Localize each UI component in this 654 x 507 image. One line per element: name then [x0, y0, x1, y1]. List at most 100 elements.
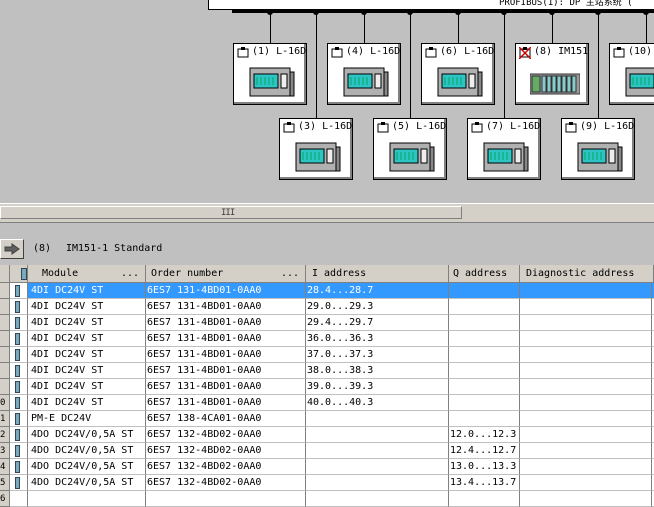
station-node[interactable]: (1) L-16D	[233, 43, 307, 105]
table-row[interactable]: 4DI DC24V ST 6ES7 131-4BD01-0AA0 29.0...29…	[0, 299, 654, 315]
station-node[interactable]: (9) L-16D	[561, 118, 635, 180]
order-number-cell[interactable]: 6ES7 131-4BD01-0AA0	[146, 347, 306, 363]
diag-address-cell[interactable]	[520, 283, 652, 299]
q-address-cell[interactable]: 13.0...13.3	[449, 459, 520, 475]
order-number-cell[interactable]: 6ES7 131-4BD01-0AA0	[146, 363, 306, 379]
module-icon-cell[interactable]	[10, 283, 28, 299]
module-icon-cell[interactable]	[10, 363, 28, 379]
table-row[interactable]: 1 PM-E DC24V 6ES7 138-4CA01-0AA0	[0, 411, 654, 427]
station-node[interactable]: (10)	[609, 43, 654, 105]
i-address-cell[interactable]: 29.4...29.7	[306, 315, 449, 331]
slot-cell[interactable]	[0, 315, 10, 331]
slot-header[interactable]	[0, 265, 10, 283]
navigate-button[interactable]	[0, 239, 24, 259]
module-cell[interactable]: 4DI DC24V ST	[28, 283, 146, 299]
order-number-cell[interactable]: 6ES7 131-4BD01-0AA0	[146, 395, 306, 411]
i-address-cell[interactable]	[306, 411, 449, 427]
module-icon-cell[interactable]	[10, 475, 28, 491]
module-column-header[interactable]: Module ...	[28, 265, 146, 283]
order-number-cell[interactable]: 6ES7 131-4BD01-0AA0	[146, 315, 306, 331]
station-node[interactable]: (8) IM151	[515, 43, 589, 105]
module-icon-cell[interactable]	[10, 299, 28, 315]
station-node[interactable]: (4) L-16D	[327, 43, 401, 105]
table-row[interactable]: 4DI DC24V ST 6ES7 131-4BD01-0AA0 28.4...28…	[0, 283, 654, 299]
table-row[interactable]: 4 4DO DC24V/0,5A ST 6ES7 132-4BD02-0AA0 13.…	[0, 459, 654, 475]
i-address-cell[interactable]	[306, 475, 449, 491]
order-number-cell[interactable]: 6ES7 132-4BD02-0AA0	[146, 459, 306, 475]
order-number-cell[interactable]: 6ES7 131-4BD01-0AA0	[146, 283, 306, 299]
i-address-column-header[interactable]: I address	[306, 265, 449, 283]
module-cell[interactable]: 4DO DC24V/0,5A ST	[28, 475, 146, 491]
slot-cell[interactable]	[0, 331, 10, 347]
slot-cell[interactable]	[0, 347, 10, 363]
i-address-cell[interactable]: 36.0...36.3	[306, 331, 449, 347]
i-address-cell[interactable]: 38.0...38.3	[306, 363, 449, 379]
diag-address-cell[interactable]	[520, 379, 652, 395]
q-address-cell[interactable]: 13.4...13.7	[449, 475, 520, 491]
module-cell[interactable]: 4DO DC24V/0,5A ST	[28, 459, 146, 475]
q-address-cell[interactable]	[449, 299, 520, 315]
module-icon-cell[interactable]	[10, 443, 28, 459]
q-address-cell[interactable]: 12.4...12.7	[449, 443, 520, 459]
i-address-cell[interactable]: 37.0...37.3	[306, 347, 449, 363]
q-address-cell[interactable]	[449, 331, 520, 347]
slot-cell[interactable]: 1	[0, 411, 10, 427]
station-node[interactable]: (6) L-16D	[421, 43, 495, 105]
module-icon-cell[interactable]	[10, 315, 28, 331]
diag-address-cell[interactable]	[520, 363, 652, 379]
diag-address-cell[interactable]	[520, 331, 652, 347]
q-address-cell[interactable]	[449, 283, 520, 299]
module-cell[interactable]: PM-E DC24V	[28, 411, 146, 427]
module-icon-cell[interactable]	[10, 331, 28, 347]
module-cell[interactable]: 4DI DC24V ST	[28, 395, 146, 411]
diag-address-column-header[interactable]: Diagnostic address	[520, 265, 654, 283]
table-row[interactable]: 0 4DI DC24V ST 6ES7 131-4BD01-0AA0 40.0...4…	[0, 395, 654, 411]
q-address-cell[interactable]	[449, 395, 520, 411]
q-address-cell[interactable]	[449, 315, 520, 331]
module-cell[interactable]	[28, 491, 146, 507]
module-icon-cell[interactable]	[10, 459, 28, 475]
i-address-cell[interactable]: 29.0...29.3	[306, 299, 449, 315]
module-icon-cell[interactable]	[10, 427, 28, 443]
diag-address-cell[interactable]	[520, 395, 652, 411]
diag-address-cell[interactable]	[520, 443, 652, 459]
order-number-cell[interactable]: 6ES7 132-4BD02-0AA0	[146, 475, 306, 491]
i-address-cell[interactable]	[306, 459, 449, 475]
module-icon-cell[interactable]	[10, 395, 28, 411]
order-number-cell[interactable]: 6ES7 132-4BD02-0AA0	[146, 427, 306, 443]
i-address-cell[interactable]: 39.0...39.3	[306, 379, 449, 395]
diag-address-cell[interactable]	[520, 475, 652, 491]
order-number-cell[interactable]: 6ES7 131-4BD01-0AA0	[146, 379, 306, 395]
slot-cell[interactable]	[0, 283, 10, 299]
diag-address-cell[interactable]	[520, 459, 652, 475]
scrollbar-thumb[interactable]: III	[0, 206, 462, 219]
module-cell[interactable]: 4DI DC24V ST	[28, 315, 146, 331]
q-address-cell[interactable]	[449, 379, 520, 395]
module-icon-cell[interactable]	[10, 411, 28, 427]
diag-address-cell[interactable]	[520, 347, 652, 363]
diag-address-cell[interactable]	[520, 491, 652, 507]
diag-address-cell[interactable]	[520, 411, 652, 427]
station-node[interactable]: (7) L-16D	[467, 118, 541, 180]
module-icon-cell[interactable]	[10, 347, 28, 363]
module-cell[interactable]: 4DI DC24V ST	[28, 363, 146, 379]
q-address-cell[interactable]	[449, 363, 520, 379]
order-number-cell[interactable]: 6ES7 131-4BD01-0AA0	[146, 331, 306, 347]
slot-cell[interactable]	[0, 299, 10, 315]
order-column-header[interactable]: Order number ...	[146, 265, 306, 283]
module-cell[interactable]: 4DI DC24V ST	[28, 347, 146, 363]
slot-cell[interactable]	[0, 379, 10, 395]
slot-cell[interactable]	[0, 363, 10, 379]
station-node[interactable]: (3) L-16D	[279, 118, 353, 180]
i-address-cell[interactable]	[306, 427, 449, 443]
order-number-cell[interactable]: 6ES7 131-4BD01-0AA0	[146, 299, 306, 315]
diag-address-cell[interactable]	[520, 299, 652, 315]
order-number-cell[interactable]	[146, 491, 306, 507]
table-row[interactable]: 5 4DO DC24V/0,5A ST 6ES7 132-4BD02-0AA0 13.…	[0, 475, 654, 491]
icon-header[interactable]	[10, 265, 28, 283]
diag-address-cell[interactable]	[520, 427, 652, 443]
i-address-cell[interactable]	[306, 491, 449, 507]
module-icon-cell[interactable]	[10, 379, 28, 395]
slot-cell[interactable]: 6	[0, 491, 10, 507]
profibus-line[interactable]	[232, 10, 654, 13]
